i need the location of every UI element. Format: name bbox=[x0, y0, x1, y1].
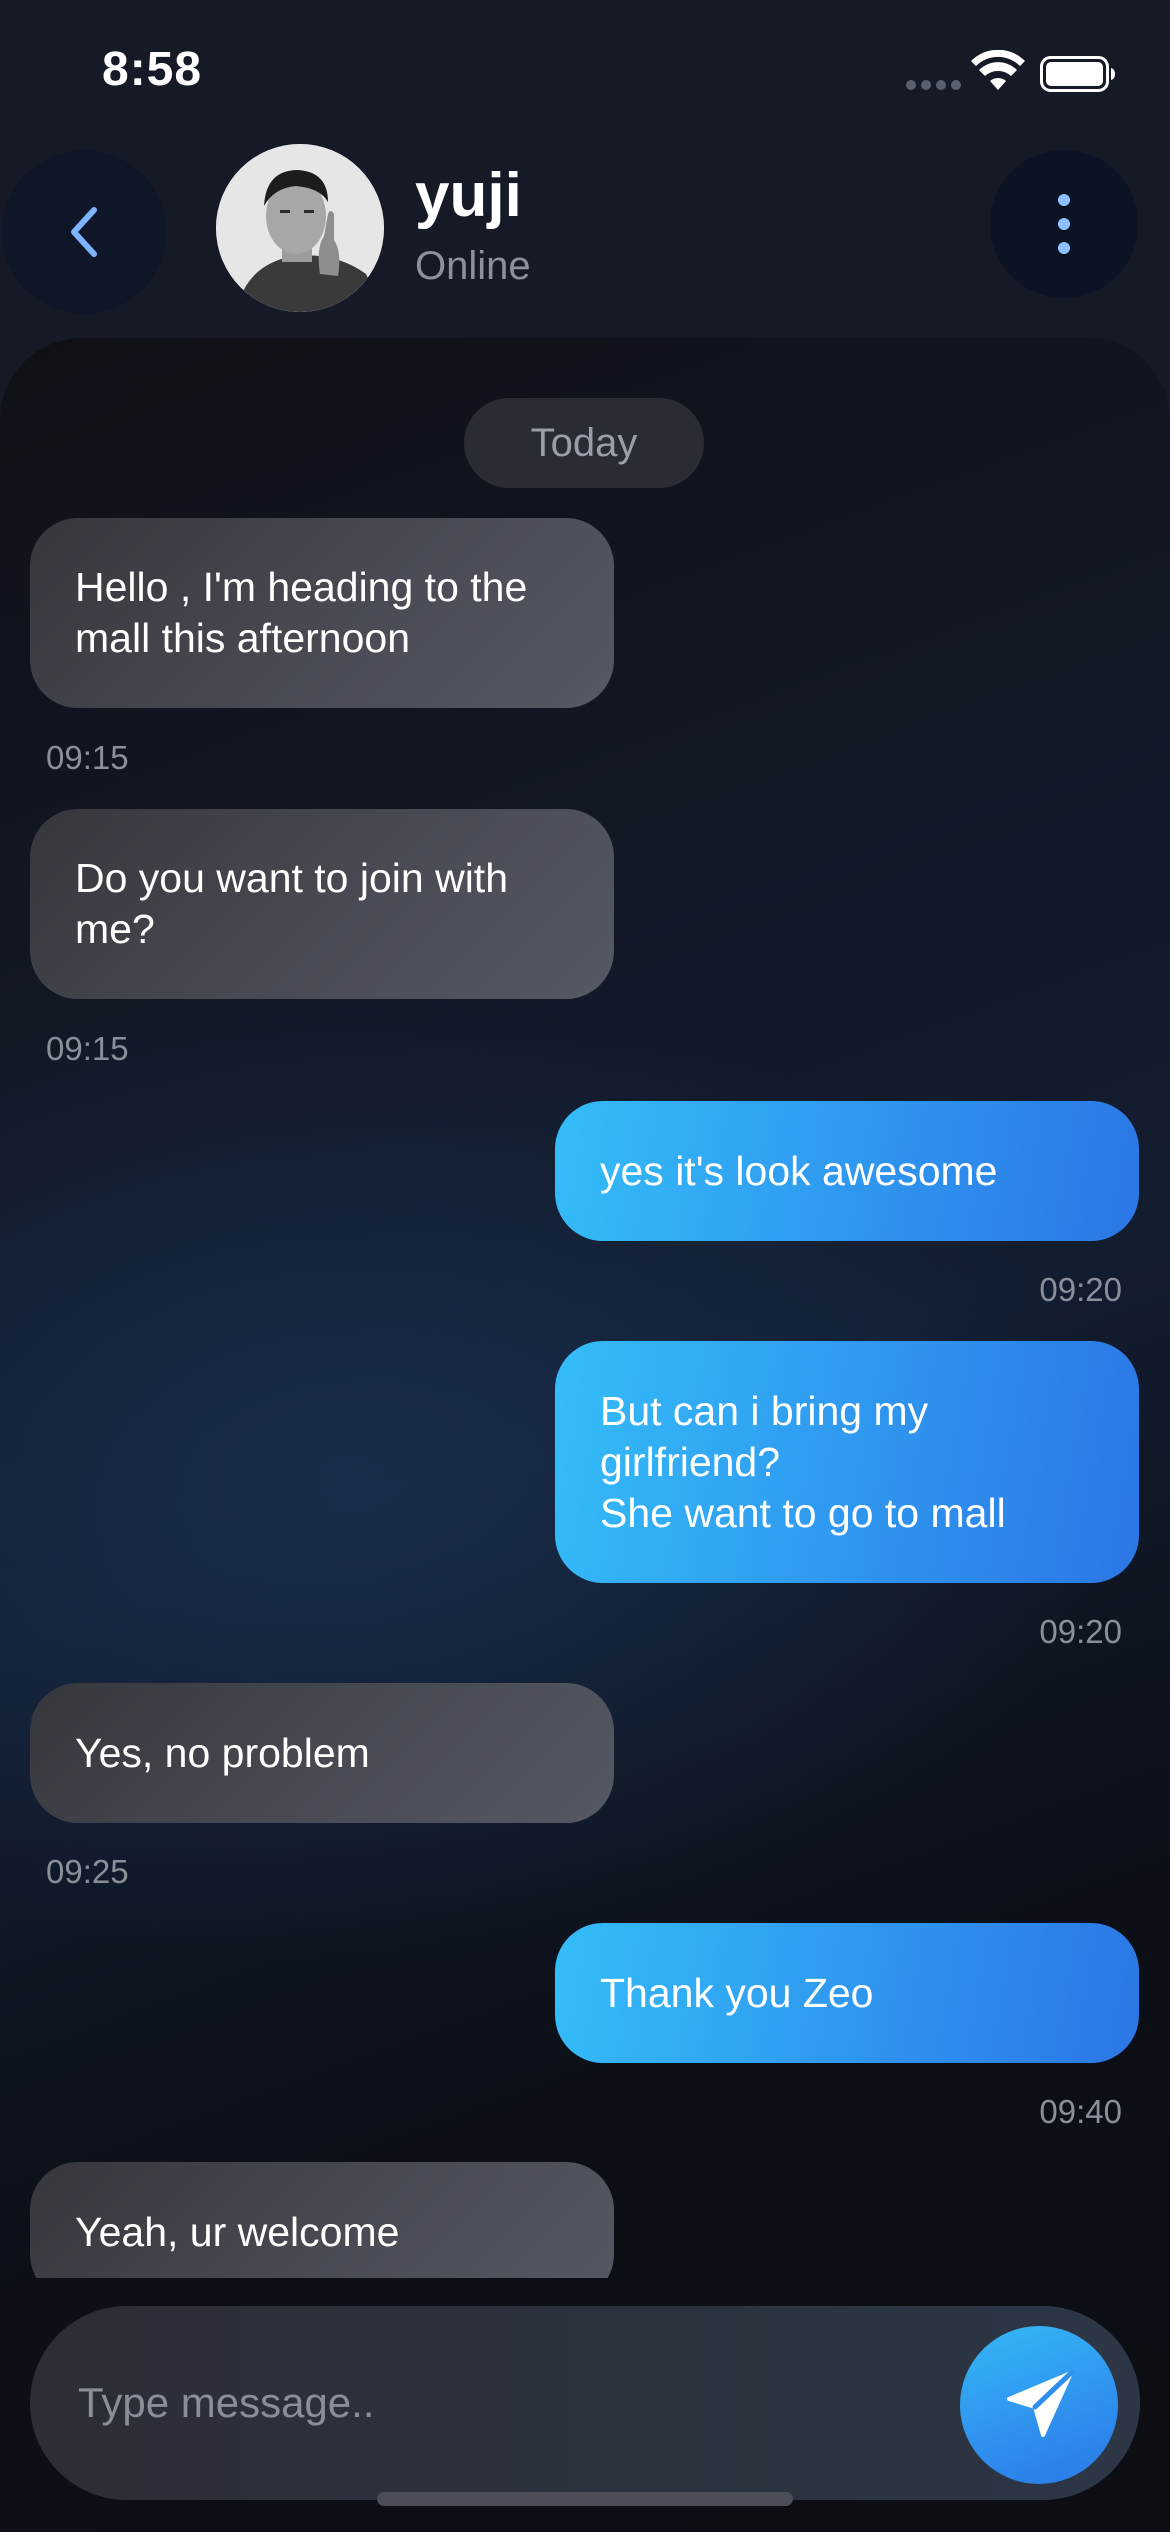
message-bubble-outgoing[interactable]: yes it's look awesome bbox=[555, 1101, 1139, 1241]
status-bar: 8:58 bbox=[0, 0, 1170, 140]
message-time: 09:15 bbox=[46, 1030, 129, 1067]
message-time: 09:40 bbox=[1039, 2093, 1122, 2130]
message-text: Do you want to join with me? bbox=[75, 855, 509, 952]
message-text: Hello , I'm heading to the mall this aft… bbox=[75, 564, 528, 661]
contact-status: Online bbox=[415, 244, 531, 288]
message-text: yes it's look awesome bbox=[600, 1147, 998, 1194]
message-list[interactable]: Today Hello , I'm heading to the mall th… bbox=[0, 338, 1170, 2278]
back-button[interactable] bbox=[2, 150, 166, 314]
contact-name: yuji bbox=[415, 161, 522, 230]
message-composer bbox=[30, 2306, 1140, 2500]
battery-icon bbox=[1040, 56, 1115, 92]
chevron-left-icon bbox=[71, 207, 97, 257]
home-indicator[interactable] bbox=[377, 2492, 793, 2506]
chat-header: yuji Online bbox=[0, 140, 1170, 340]
message-text: Yeah, ur welcome bbox=[75, 2208, 400, 2255]
vertical-dots-icon bbox=[1058, 194, 1070, 254]
chat-panel: Today Hello , I'm heading to the mall th… bbox=[0, 338, 1170, 2532]
message-text: Thank you Zeo bbox=[600, 1969, 874, 2016]
message-bubble-incoming[interactable]: Hello , I'm heading to the mall this aft… bbox=[30, 518, 614, 708]
message-bubble-outgoing[interactable]: But can i bring my girlfriend? She want … bbox=[555, 1341, 1139, 1583]
message-time: 09:25 bbox=[46, 1853, 129, 1890]
message-time: 09:20 bbox=[1039, 1271, 1122, 1308]
send-button[interactable] bbox=[960, 2326, 1118, 2484]
message-text: But can i bring my girlfriend? She want … bbox=[600, 1387, 1006, 1536]
message-bubble-incoming[interactable]: Yes, no problem bbox=[30, 1683, 614, 1823]
message-bubble-incoming[interactable]: Yeah, ur welcome bbox=[30, 2162, 614, 2278]
wifi-icon bbox=[971, 50, 1025, 90]
status-time: 8:58 bbox=[102, 43, 203, 96]
date-divider: Today bbox=[464, 398, 704, 488]
message-bubble-outgoing[interactable]: Thank you Zeo bbox=[555, 1923, 1139, 2063]
message-text: Yes, no problem bbox=[75, 1729, 370, 1776]
message-input[interactable] bbox=[78, 2306, 958, 2500]
avatar-photo bbox=[216, 144, 384, 312]
message-time: 09:15 bbox=[46, 739, 129, 776]
message-time: 09:20 bbox=[1039, 1613, 1122, 1650]
send-icon bbox=[1007, 2370, 1074, 2437]
message-bubble-incoming[interactable]: Do you want to join with me? bbox=[30, 809, 614, 999]
avatar[interactable] bbox=[216, 144, 384, 312]
signal-dots-icon bbox=[906, 80, 961, 90]
more-options-button[interactable] bbox=[990, 150, 1138, 298]
